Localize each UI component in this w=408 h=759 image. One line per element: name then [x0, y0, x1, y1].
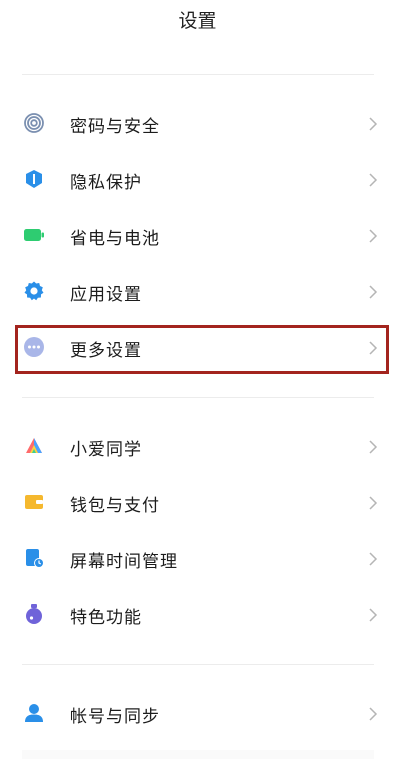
settings-item-label: 特色功能 [70, 608, 142, 628]
chevron-right-icon [366, 438, 380, 456]
divider [22, 664, 374, 665]
settings-item-label: 钱包与支付 [70, 496, 160, 516]
settings-item-label: 帐号与同步 [70, 707, 160, 727]
chevron-right-icon [366, 606, 380, 624]
fingerprint-icon [23, 112, 45, 134]
settings-item-wallet[interactable]: 钱包与支付 [14, 476, 392, 532]
partial-next-row [22, 750, 374, 759]
gear-icon [23, 280, 45, 302]
settings-item-account-sync[interactable]: 帐号与同步 [14, 687, 392, 743]
settings-item-xiaoai[interactable]: 小爱同学 [14, 420, 392, 476]
chevron-right-icon [366, 115, 380, 133]
chevron-right-icon [366, 550, 380, 568]
settings-item-features[interactable]: 特色功能 [14, 588, 392, 644]
settings-item-label: 屏幕时间管理 [70, 552, 178, 572]
account-icon [23, 702, 45, 724]
settings-item-battery[interactable]: 省电与电池 [14, 209, 392, 265]
wallet-icon [23, 491, 45, 513]
settings-item-label: 小爱同学 [70, 440, 142, 460]
chevron-right-icon [366, 283, 380, 301]
chevron-right-icon [366, 705, 380, 723]
settings-item-label: 应用设置 [70, 285, 142, 305]
settings-item-privacy[interactable]: 隐私保护 [14, 153, 392, 209]
settings-item-screen-time[interactable]: 屏幕时间管理 [14, 532, 392, 588]
settings-item-label: 隐私保护 [70, 173, 142, 193]
settings-item-label: 密码与安全 [70, 117, 160, 137]
divider [22, 397, 374, 398]
settings-item-password-security[interactable]: 密码与安全 [14, 97, 392, 153]
settings-item-app-settings[interactable]: 应用设置 [14, 265, 392, 321]
divider [22, 74, 374, 75]
settings-item-label: 省电与电池 [70, 229, 160, 249]
privacy-shield-icon [23, 168, 45, 190]
features-icon [23, 603, 45, 625]
battery-icon [23, 224, 45, 246]
xiaoai-icon [23, 435, 45, 457]
chevron-right-icon [366, 171, 380, 189]
page-title: 设置 [178, 10, 217, 32]
highlight-frame [15, 325, 389, 374]
screen-time-icon [23, 547, 45, 569]
chevron-right-icon [366, 494, 380, 512]
chevron-right-icon [366, 227, 380, 245]
